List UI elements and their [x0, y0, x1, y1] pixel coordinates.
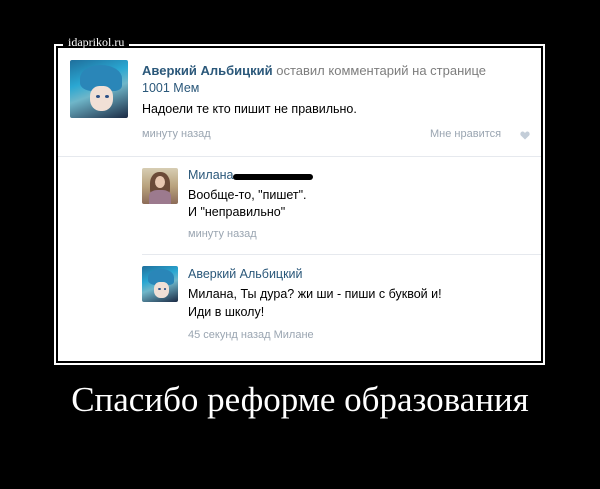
post-text: Надоели те кто пишит не правильно.	[142, 102, 357, 116]
redaction-mark	[233, 174, 313, 180]
post-like-button[interactable]: Мне нравится	[430, 128, 501, 140]
reply-1-author[interactable]: Милана	[188, 168, 234, 182]
reply-1-line-1: Вообще-то, "пишет".	[188, 188, 307, 202]
post-header: Аверкий Альбицкий оставил комментарий на…	[142, 63, 486, 78]
reply-1-time[interactable]: минуту назад	[188, 228, 257, 240]
divider	[58, 156, 541, 157]
reply-1-line-2: И "неправильно"	[188, 205, 286, 219]
reply-2-time[interactable]: 45 секунд назад Милане	[188, 329, 314, 341]
post-time[interactable]: минуту назад	[142, 128, 211, 140]
divider	[142, 254, 541, 255]
reply-2-author[interactable]: Аверкий Альбицкий	[188, 267, 303, 281]
reply-1-avatar[interactable]	[142, 168, 178, 204]
poster-caption: Спасибо реформе образования	[71, 380, 529, 419]
reply-2-avatar[interactable]	[142, 266, 178, 302]
post-page-link[interactable]: 1001 Мем	[142, 81, 199, 95]
heart-icon[interactable]	[520, 131, 530, 140]
reply-2-line-2: Иди в школу!	[188, 305, 265, 319]
comment-panel: Аверкий Альбицкий оставил комментарий на…	[58, 48, 541, 361]
post-author-avatar[interactable]	[70, 60, 128, 118]
post-action-text: оставил комментарий на странице	[276, 63, 487, 78]
reply-2-line-1: Милана, Ты дура? жи ши - пиши с буквой и…	[188, 287, 442, 301]
post-author-name[interactable]: Аверкий Альбицкий	[142, 63, 273, 78]
